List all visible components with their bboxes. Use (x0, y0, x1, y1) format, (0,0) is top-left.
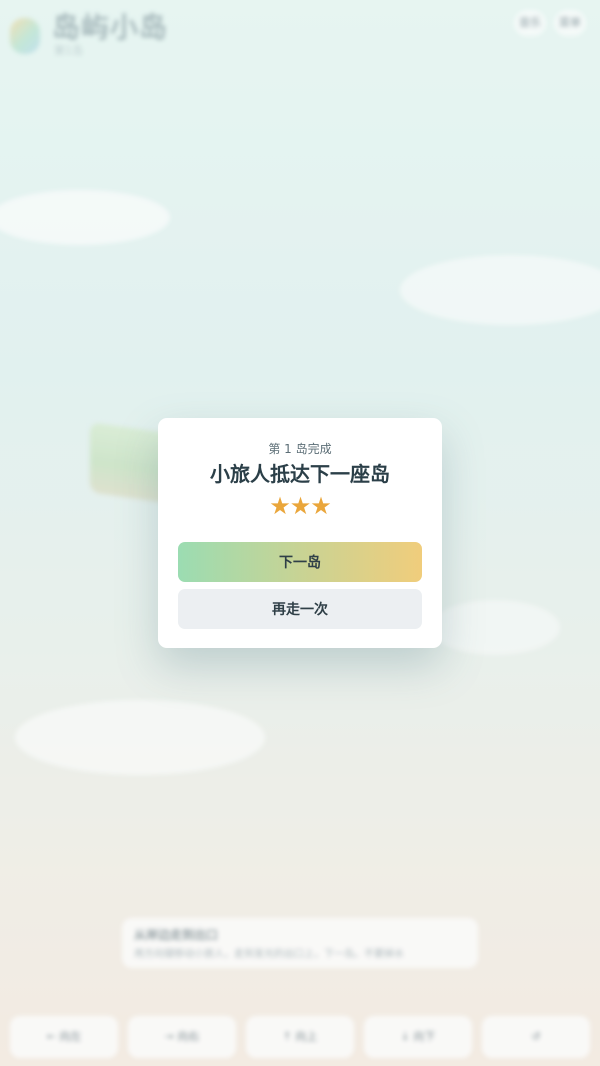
star-icon: ★ (310, 492, 331, 520)
level-complete-title: 小旅人抵达下一座岛 (210, 462, 390, 486)
next-island-button[interactable]: 下一岛 (178, 542, 422, 582)
star-icon: ★ (289, 492, 311, 520)
level-complete-subtitle: 第 1 岛完成 (268, 442, 332, 456)
level-complete-dialog: 第 1 岛完成 小旅人抵达下一座岛 ★★★ 下一岛 再走一次 (158, 418, 442, 648)
retry-button[interactable]: 再走一次 (178, 589, 422, 629)
star-icon: ★ (269, 492, 290, 520)
star-rating: ★★★ (158, 492, 442, 520)
